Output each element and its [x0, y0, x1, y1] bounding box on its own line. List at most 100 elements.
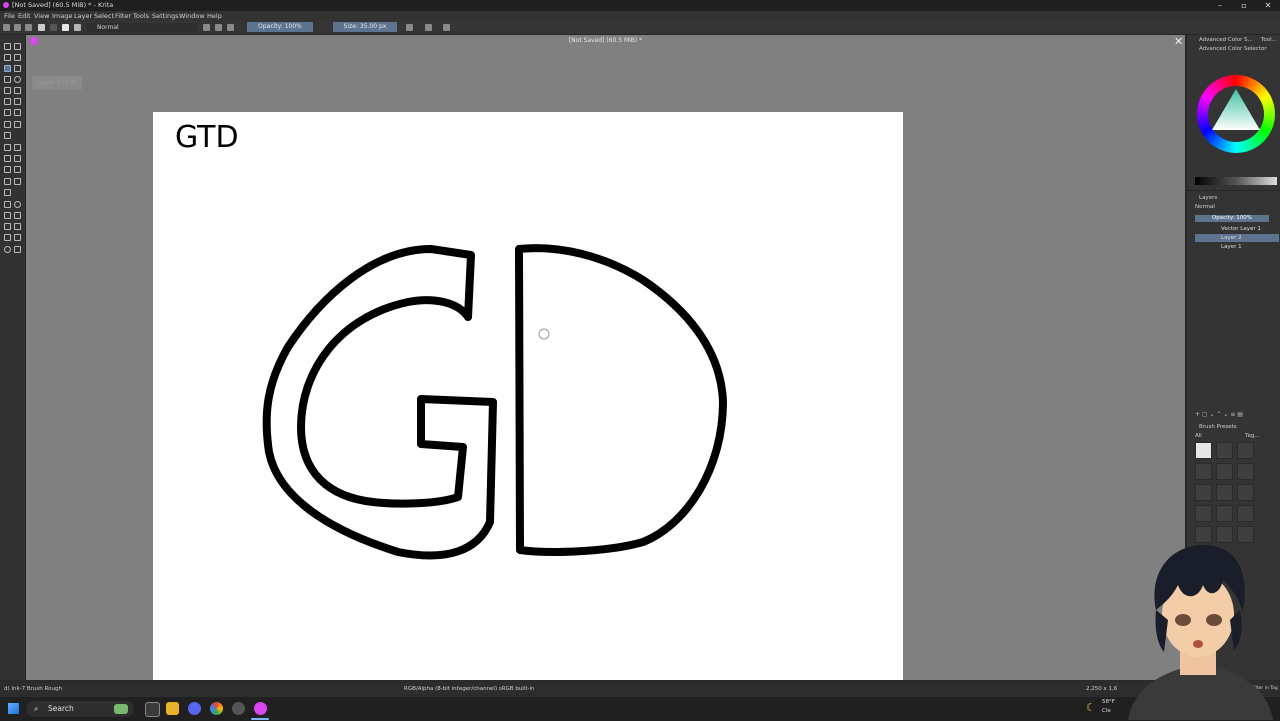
freehand-path-tool-icon[interactable]: [14, 98, 21, 105]
smart-patch-tool-icon[interactable]: [14, 155, 21, 162]
crop-tool-icon[interactable]: [4, 132, 11, 139]
similar-select-tool-icon[interactable]: [14, 223, 21, 230]
layer-actions-bar[interactable]: + ▢ ⌄ ⌃ ⌄ ≡ ▤: [1195, 412, 1275, 418]
polygon-select-tool-icon[interactable]: [4, 212, 11, 219]
line-tool-icon[interactable]: [14, 65, 21, 72]
polyline-tool-icon[interactable]: [14, 87, 21, 94]
tab-tool-options[interactable]: Tool...: [1261, 37, 1277, 43]
assistant-tool-icon[interactable]: [4, 178, 11, 185]
brush-preset-icon[interactable]: [74, 24, 81, 31]
start-menu-icon[interactable]: [8, 703, 19, 714]
pan-tool-icon[interactable]: [14, 246, 21, 253]
mirror-horizontal-icon[interactable]: [406, 24, 413, 31]
zoom-tool-icon[interactable]: [4, 246, 11, 253]
rectangle-tool-icon[interactable]: [4, 76, 11, 83]
dynamic-brush-tool-icon[interactable]: [4, 109, 11, 116]
blend-mode-select[interactable]: Normal: [87, 23, 197, 32]
brush-preset[interactable]: [1195, 484, 1212, 501]
rect-select-tool-icon[interactable]: [4, 201, 11, 208]
eraser-mode-icon[interactable]: [203, 24, 210, 31]
task-view-icon[interactable]: [145, 702, 160, 717]
edit-shapes-tool-icon[interactable]: [4, 54, 11, 61]
contiguous-select-tool-icon[interactable]: [4, 223, 11, 230]
text-tool-icon[interactable]: [14, 43, 21, 50]
opacity-slider[interactable]: Opacity: 100%: [247, 22, 313, 32]
menu-select[interactable]: Select: [94, 12, 114, 20]
fill-tool-icon[interactable]: [4, 166, 11, 173]
brush-preset[interactable]: [1237, 442, 1254, 459]
menu-tools[interactable]: Tools: [133, 12, 149, 20]
pattern-swatch-icon[interactable]: [50, 24, 57, 31]
multibrush-tool-icon[interactable]: [14, 109, 21, 116]
menu-settings[interactable]: Settings: [152, 12, 179, 20]
select-shapes-tool-icon[interactable]: [4, 43, 11, 50]
menu-edit[interactable]: Edit: [18, 12, 31, 20]
layer-blend-select[interactable]: Normal: [1195, 204, 1215, 210]
calligraphy-tool-icon[interactable]: [14, 54, 21, 61]
layer-row-layer-1[interactable]: Layer 1: [1195, 243, 1279, 251]
obs-icon[interactable]: [232, 702, 245, 715]
brush-preset[interactable]: [1216, 463, 1233, 480]
chrome-icon[interactable]: [210, 702, 223, 715]
menu-filter[interactable]: Filter: [115, 12, 131, 20]
brush-tag-select[interactable]: Tag...: [1245, 433, 1260, 439]
gradient-tool-icon[interactable]: [4, 144, 11, 151]
brush-preset[interactable]: [1195, 442, 1212, 459]
menu-window[interactable]: Window: [179, 12, 205, 20]
taskbar-search[interactable]: ⌕ Search: [26, 701, 134, 717]
move-tool-icon[interactable]: [14, 121, 21, 128]
weather-moon-icon[interactable]: ☾: [1086, 701, 1096, 714]
close-document-icon[interactable]: ✕: [1174, 35, 1183, 48]
reference-tool-icon[interactable]: [4, 189, 11, 196]
enclose-fill-tool-icon[interactable]: [14, 166, 21, 173]
brush-preset[interactable]: [1195, 463, 1212, 480]
krita-taskbar-icon[interactable]: [254, 702, 267, 715]
brush-preset[interactable]: [1216, 442, 1233, 459]
maximize-button[interactable]: ▫: [1233, 0, 1255, 11]
tab-advanced-color-selector[interactable]: Advanced Color S...: [1199, 37, 1253, 43]
canvas-area[interactable]: [Not Saved] (60.5 MiB) * ✕ Layer 2 (1.0)…: [26, 35, 1185, 680]
layer-row-vector-layer-1[interactable]: Vector Layer 1: [1195, 225, 1279, 233]
brush-preset[interactable]: [1237, 505, 1254, 522]
ellipse-select-tool-icon[interactable]: [14, 201, 21, 208]
gradient-swatch-icon[interactable]: [38, 24, 45, 31]
bezier-tool-icon[interactable]: [4, 98, 11, 105]
polygon-tool-icon[interactable]: [4, 87, 11, 94]
menu-view[interactable]: View: [34, 12, 49, 20]
freehand-brush-tool-icon[interactable]: [4, 65, 11, 72]
close-window-button[interactable]: ✕: [1257, 0, 1279, 11]
brush-preset[interactable]: [1216, 505, 1233, 522]
size-slider[interactable]: Size: 35.00 px: [333, 22, 397, 32]
bezier-select-tool-icon[interactable]: [4, 234, 11, 241]
preserve-alpha-icon[interactable]: [215, 24, 222, 31]
brush-preset[interactable]: [1195, 505, 1212, 522]
brush-preset[interactable]: [1237, 484, 1254, 501]
discord-icon[interactable]: [188, 702, 201, 715]
status-brush-name[interactable]: d) Ink-7 Brush Rough: [4, 686, 62, 692]
wrap-around-icon[interactable]: [443, 24, 450, 31]
file-explorer-icon[interactable]: [166, 702, 179, 715]
freehand-select-tool-icon[interactable]: [14, 212, 21, 219]
ellipse-tool-icon[interactable]: [14, 76, 21, 83]
open-document-icon[interactable]: [14, 24, 21, 31]
brush-filter-select[interactable]: All: [1195, 433, 1202, 439]
layer-opacity-slider[interactable]: Opacity: 100%: [1195, 215, 1269, 222]
magnetic-select-tool-icon[interactable]: [14, 234, 21, 241]
menu-image[interactable]: Image: [52, 12, 72, 20]
layer-row-layer-2[interactable]: Layer 2: [1195, 234, 1279, 242]
reload-preset-icon[interactable]: [227, 24, 234, 31]
drawing-canvas[interactable]: GTD: [153, 112, 903, 680]
menu-help[interactable]: Help: [207, 12, 222, 20]
new-document-icon[interactable]: [3, 24, 10, 31]
menu-file[interactable]: File: [4, 12, 15, 20]
fg-bg-color-icon[interactable]: [62, 24, 69, 31]
minimize-button[interactable]: –: [1209, 0, 1231, 11]
value-slider[interactable]: [1195, 177, 1277, 185]
save-document-icon[interactable]: [25, 24, 32, 31]
transform-tool-icon[interactable]: [4, 121, 11, 128]
brush-preset[interactable]: [1216, 484, 1233, 501]
brush-preset[interactable]: [1237, 463, 1254, 480]
measure-tool-icon[interactable]: [14, 178, 21, 185]
menu-layer[interactable]: Layer: [74, 12, 92, 20]
color-picker-tool-icon[interactable]: [14, 144, 21, 151]
